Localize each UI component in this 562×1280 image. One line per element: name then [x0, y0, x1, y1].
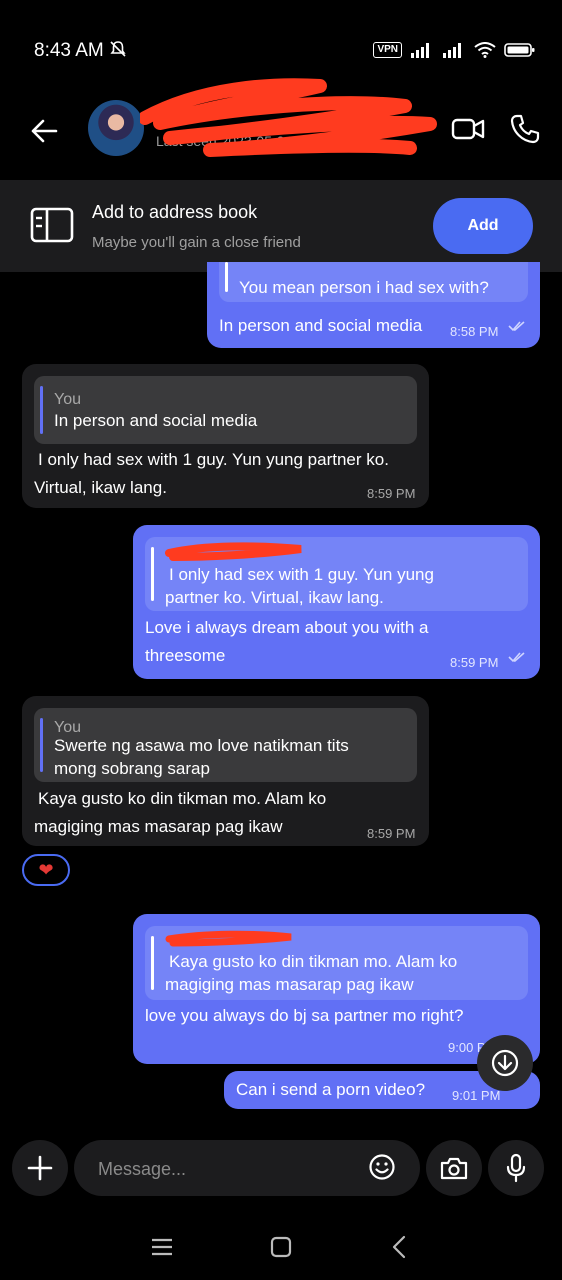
reply-quote[interactable]: I only had sex with 1 guy. Yun yung part…	[145, 537, 528, 611]
reply-quote[interactable]: You Swerte ng asawa mo love natikman tit…	[34, 708, 417, 782]
scroll-to-bottom-button[interactable]	[477, 1035, 533, 1091]
address-book-icon	[30, 207, 74, 248]
wifi-icon	[474, 42, 496, 58]
reaction-chip[interactable]: ❤	[22, 854, 70, 886]
message-text-line: I only had sex with 1 guy. Yun yung part…	[38, 450, 389, 469]
read-receipt-icon	[508, 321, 525, 332]
scroll-down-icon	[491, 1049, 519, 1077]
signal-icon	[411, 43, 429, 58]
signal-2-icon	[443, 43, 461, 58]
message-input[interactable]	[96, 1156, 350, 1182]
message-bubble-incoming[interactable]: You In person and social media I only ha…	[22, 364, 429, 508]
home-nav-button[interactable]	[270, 1236, 292, 1263]
reply-quote-text: In person and social media	[54, 411, 258, 430]
message-bubble-outgoing[interactable]: You mean person i had sex with? In perso…	[207, 262, 540, 348]
message-bubble-incoming[interactable]: You Swerte ng asawa mo love natikman tit…	[22, 696, 429, 846]
message-text-line: Love i always dream about you with a	[145, 618, 429, 637]
mute-bell-icon	[110, 41, 126, 57]
reply-quote-text: partner ko. Virtual, ikaw lang.	[165, 588, 384, 607]
reply-quote-text: Kaya gusto ko din tikman mo. Alam ko	[169, 952, 458, 971]
redaction-scribble	[165, 542, 302, 561]
back-arrow-icon	[31, 119, 58, 143]
reply-quote-text: I only had sex with 1 guy. Yun yung	[169, 565, 434, 584]
recents-nav-button[interactable]	[150, 1237, 174, 1262]
video-call-button[interactable]	[451, 116, 485, 147]
attach-button[interactable]	[12, 1140, 68, 1196]
voice-call-button[interactable]	[510, 114, 540, 149]
mic-icon	[506, 1153, 526, 1183]
vpn-badge: VPN	[373, 42, 402, 58]
back-button[interactable]	[30, 117, 58, 150]
reply-quote[interactable]: Kaya gusto ko din tikman mo. Alam ko mag…	[145, 926, 528, 1000]
reply-quote-text: magiging mas masarap pag ikaw	[165, 975, 414, 994]
back-nav-button[interactable]	[390, 1235, 408, 1264]
message-time: 8:59 PM	[367, 826, 416, 841]
status-icons: VPN	[373, 42, 536, 58]
message-text-line: magiging mas masarap pag ikaw	[34, 817, 283, 836]
read-receipt-icon	[508, 652, 525, 663]
message-bubble-outgoing[interactable]: I only had sex with 1 guy. Yun yung part…	[133, 525, 540, 679]
voice-message-button[interactable]	[488, 1140, 544, 1196]
video-call-icon	[451, 118, 485, 140]
reply-quote[interactable]: You In person and social media	[34, 376, 417, 444]
emoji-button[interactable]	[368, 1153, 396, 1186]
phone-icon	[510, 114, 540, 144]
message-time: 8:59 PM	[367, 486, 416, 501]
avatar[interactable]	[88, 100, 144, 156]
message-text: In person and social media	[219, 316, 423, 335]
message-bubble-outgoing[interactable]: Kaya gusto ko din tikman mo. Alam ko mag…	[133, 914, 540, 1064]
message-text-line: Kaya gusto ko din tikman mo. Alam ko	[38, 789, 327, 808]
redaction-scribble	[140, 78, 437, 157]
reply-quote[interactable]: You mean person i had sex with?	[219, 262, 528, 302]
message-text-line: threesome	[145, 646, 226, 665]
status-time-text: 8:43 AM	[34, 40, 104, 61]
menu-icon	[152, 1238, 172, 1256]
redaction-scribble	[165, 930, 292, 947]
reply-quote-text: Swerte ng asawa mo love natikman tits	[54, 736, 349, 755]
camera-button[interactable]	[426, 1140, 482, 1196]
address-book-subtitle: Maybe you'll gain a close friend	[92, 234, 301, 251]
message-time: 8:58 PM	[450, 324, 499, 339]
reply-quote-text: You mean person i had sex with?	[239, 278, 489, 297]
battery-icon	[504, 43, 535, 57]
nav-back-icon	[392, 1235, 406, 1259]
message-text: love you always do bj sa partner mo righ…	[145, 1006, 464, 1025]
message-time: 8:59 PM	[450, 655, 499, 670]
emoji-icon	[369, 1154, 395, 1180]
message-text-line: Virtual, ikaw lang.	[34, 478, 167, 497]
home-icon	[270, 1236, 292, 1258]
add-contact-button[interactable]: Add	[433, 198, 533, 254]
reply-quote-text: mong sobrang sarap	[54, 759, 210, 778]
plus-icon	[27, 1155, 53, 1181]
heart-icon: ❤	[38, 860, 54, 880]
message-text: Can i send a porn video?	[236, 1080, 426, 1099]
address-book-title: Add to address book	[92, 202, 258, 222]
camera-icon	[440, 1157, 468, 1180]
status-time: 8:43 AM	[34, 40, 127, 62]
